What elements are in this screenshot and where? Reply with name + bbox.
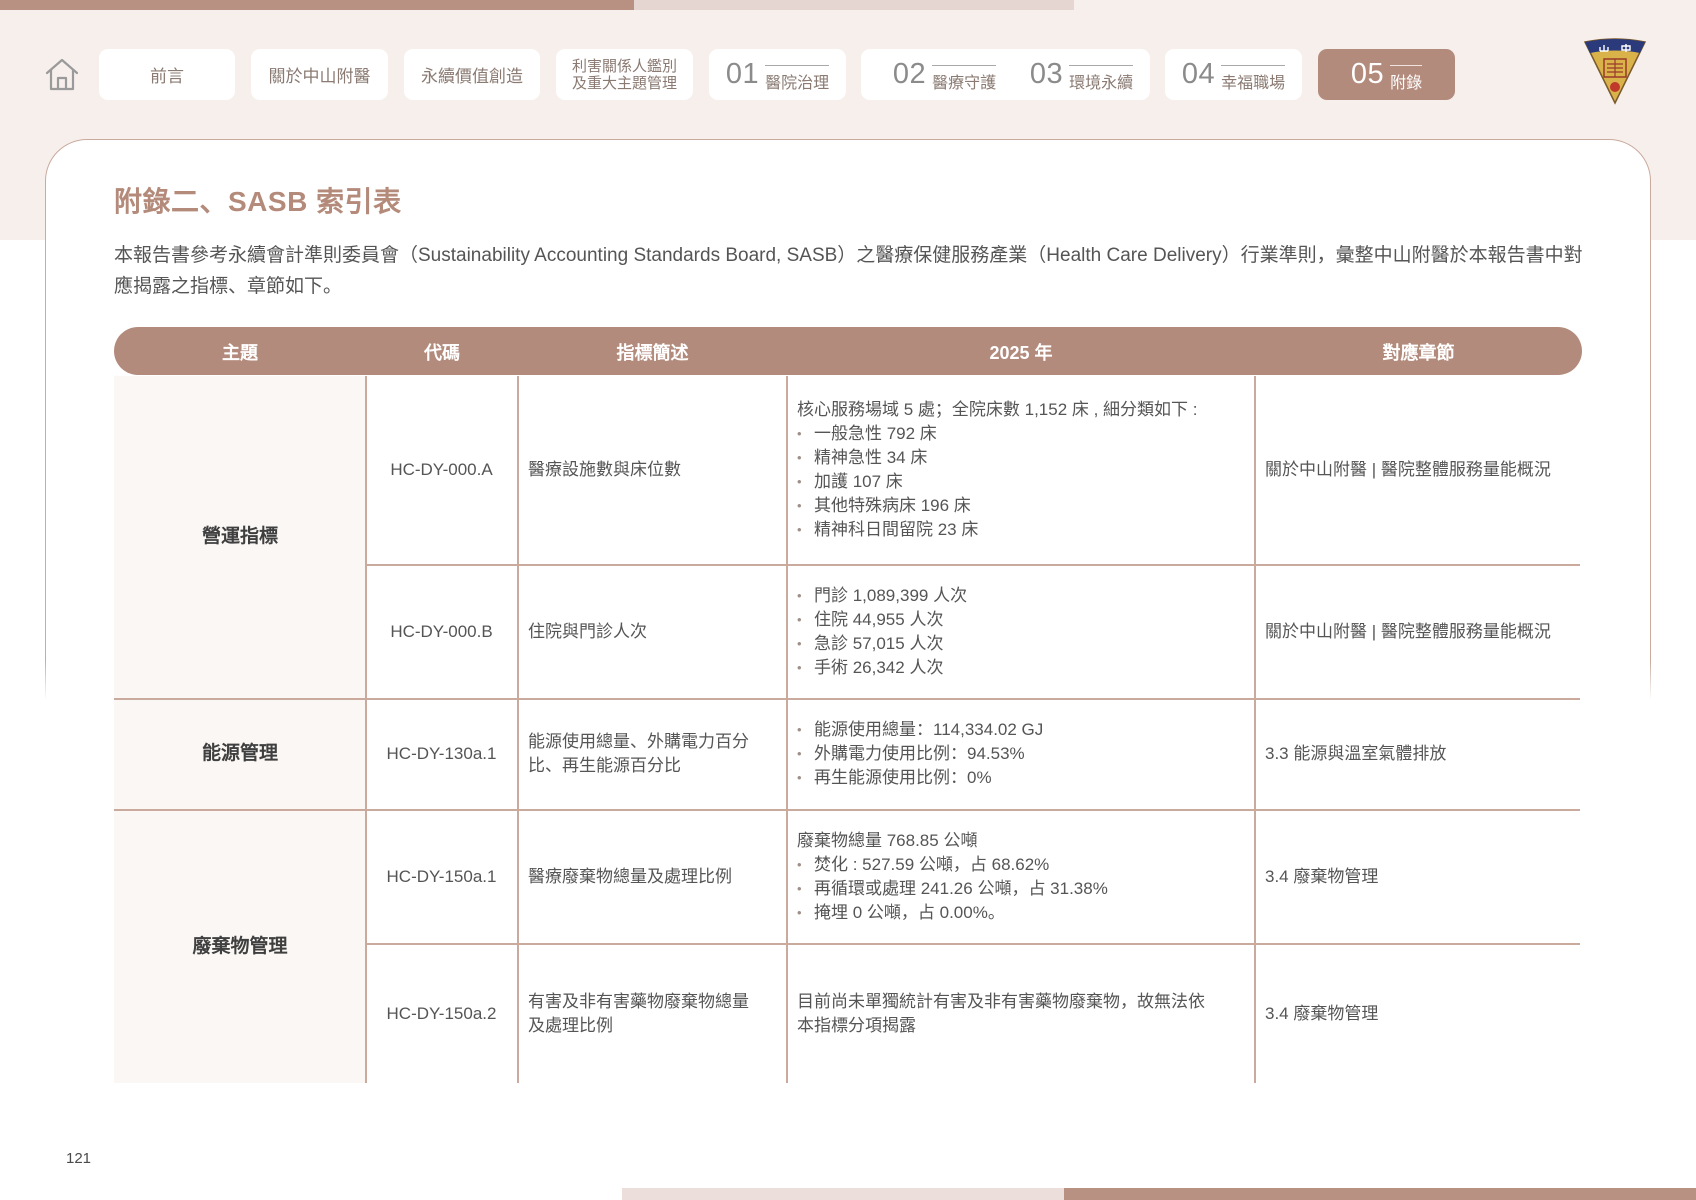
nav-tab-about[interactable]: 關於中山附醫 <box>251 49 388 100</box>
nav-tab-label: 醫療守護 <box>932 64 997 93</box>
row4-code: HC-DY-150a.1 <box>386 866 497 886</box>
list-item: • 再循環或處理 241.26 公噸，占 31.38% <box>797 878 1108 898</box>
top-accent-bar-light <box>634 0 1074 10</box>
list-item: • 精神急性 34 床 <box>797 448 928 467</box>
nav-tab-sustainable-value[interactable]: 永續價值創造 <box>404 49 540 100</box>
nav-tab-number: 04 <box>1181 58 1216 90</box>
list-item: • 再生能源使用比例：0% <box>797 768 992 787</box>
row1-section: 關於中山附醫 | 醫院整體服務量能概況 <box>1265 460 1551 479</box>
column-divider <box>517 376 519 1083</box>
row3-description-line1: 能源使用總量、外購電力百分 <box>528 732 749 751</box>
row2-value: • 門診 1,089,399 人次 • 住院 44,955 人次 • 急診 57,01… <box>797 565 1251 698</box>
nav-tab-chapter-04[interactable]: 04 幸福職場 <box>1165 49 1302 100</box>
header-code: 代碼 <box>424 343 460 363</box>
nav-tab-number: 02 <box>892 58 927 90</box>
row4-value-lead: 廢棄物總量 768.85 公噸 <box>797 830 978 850</box>
row5-description: 有害及非有害藥物廢棄物總量 及處理比例 <box>528 944 784 1083</box>
list-item: • 加護 107 床 <box>797 472 903 491</box>
row5-value-line2: 本指標分項揭露 <box>797 1015 916 1035</box>
row5-code: HC-DY-150a.2 <box>386 1003 497 1023</box>
row5-description-line2: 及處理比例 <box>528 1015 613 1035</box>
row3-value: • 能源使用總量：114,334.02 GJ • 外購電力使用比例：94.53% •… <box>797 699 1251 809</box>
list-item: • 精神科日間留院 23 床 <box>797 520 979 539</box>
row2-section: 關於中山附醫 | 醫院整體服務量能概況 <box>1265 621 1551 641</box>
home-icon[interactable] <box>44 56 80 92</box>
column-divider <box>786 376 788 1083</box>
row1-code: HC-DY-000.A <box>390 460 493 479</box>
nav-tab-label-line1: 利害關係人鑑別 <box>571 57 677 75</box>
row4-description: 醫療廢棄物總量及處理比例 <box>528 866 732 886</box>
row5-value-line1: 目前尚未單獨統計有害及非有害藥物廢棄物，故無法依 <box>797 991 1205 1011</box>
page-number: 121 <box>66 1150 92 1167</box>
list-item: • 門診 1,089,399 人次 <box>797 585 968 605</box>
nav-tab-chapter-01[interactable]: 01 醫院治理 <box>709 49 846 100</box>
column-divider <box>1254 376 1256 1083</box>
row3-description: 能源使用總量、外購電力百分 比、再生能源百分比 <box>528 699 784 809</box>
row3-section: 3.3 能源與溫室氣體排放 <box>1265 744 1447 763</box>
nav-tab-label: 環境永續 <box>1069 64 1134 93</box>
bottom-accent-bar <box>1064 1188 1696 1200</box>
row5-section: 3.4 廢棄物管理 <box>1265 1003 1379 1023</box>
list-item: • 住院 44,955 人次 <box>797 609 944 629</box>
nav-tab-label: 永續價值創造 <box>421 67 523 86</box>
row5-description-line1: 有害及非有害藥物廢棄物總量 <box>528 991 749 1011</box>
nav-tab-label: 附錄 <box>1390 64 1423 93</box>
topic-operations: 營運指標 <box>201 526 278 547</box>
nav-tab-foreword[interactable]: 前言 <box>99 49 235 100</box>
intro-paragraph: 本報告書參考永續會計準則委員會（Sustainability Accountin… <box>114 245 1583 297</box>
list-item: • 急診 57,015 人次 <box>797 633 944 653</box>
hospital-logo <box>1582 37 1648 107</box>
page-title: 附錄二、SASB 索引表 <box>114 186 402 217</box>
bottom-accent-bar-light <box>622 1188 1064 1200</box>
row2-description: 住院與門診人次 <box>528 621 647 641</box>
nav-tab-label: 前言 <box>150 67 184 86</box>
header-section: 對應章節 <box>1382 343 1455 363</box>
row3-code: HC-DY-130a.1 <box>386 744 497 763</box>
list-item: • 能源使用總量：114,334.02 GJ <box>797 720 1044 739</box>
row1-value: 核心服務場域 5 處；全院床數 1,152 床 , 細分類如下 : • 一般急性 … <box>797 376 1251 564</box>
topic-waste: 廢棄物管理 <box>192 935 288 957</box>
nav-tab-label: 關於中山附醫 <box>268 67 371 86</box>
nav-tab-number: 03 <box>1029 58 1064 90</box>
row3-description-line2: 比、再生能源百分比 <box>528 756 681 775</box>
topic-energy: 能源管理 <box>201 743 278 764</box>
nav-tab-label-line2: 及重大主題管理 <box>571 74 677 92</box>
nav-tab-label: 幸福職場 <box>1221 64 1286 93</box>
nav-tab-chapter-03[interactable]: 03 環境永續 <box>1013 49 1150 100</box>
nav-tab-number: 01 <box>725 58 760 90</box>
list-item: • 焚化 : 527.59 公噸，占 68.62% <box>797 854 1050 874</box>
header-year: 2025 年 <box>989 343 1053 363</box>
row1-description: 醫療設施數與床位數 <box>528 460 681 479</box>
top-accent-bar <box>0 0 634 10</box>
list-item: • 一般急性 792 床 <box>797 424 937 443</box>
list-item: • 外購電力使用比例：94.53% <box>797 744 1025 763</box>
row5-value: 目前尚未單獨統計有害及非有害藥物廢棄物，故無法依 本指標分項揭露 <box>797 944 1251 1083</box>
list-item: • 手術 26,342 人次 <box>797 657 944 677</box>
list-item: • 其他特殊病床 196 床 <box>797 496 971 515</box>
row4-section: 3.4 廢棄物管理 <box>1265 866 1379 886</box>
row1-value-lead: 核心服務場域 5 處；全院床數 1,152 床 , 細分類如下 : <box>797 400 1198 419</box>
row4-value: 廢棄物總量 768.85 公噸 • 焚化 : 527.59 公噸，占 68.62%… <box>797 810 1251 943</box>
nav-tab-number: 05 <box>1350 58 1385 90</box>
nav-tab-chapter-02[interactable]: 02 醫療守護 <box>861 49 1028 100</box>
nav-tab-chapter-05[interactable]: 05 附錄 <box>1318 49 1455 100</box>
nav-tab-stakeholders[interactable]: 利害關係人鑑別 及重大主題管理 <box>556 49 693 100</box>
table-header: 主題 代碼 指標簡述 2025 年 對應章節 <box>114 327 1582 375</box>
list-item: • 掩埋 0 公噸，占 0.00%。 <box>797 902 1005 922</box>
nav-tab-label: 醫院治理 <box>765 64 830 93</box>
row2-code: HC-DY-000.B <box>390 621 493 641</box>
header-topic: 主題 <box>222 343 258 363</box>
header-description: 指標簡述 <box>616 343 689 363</box>
